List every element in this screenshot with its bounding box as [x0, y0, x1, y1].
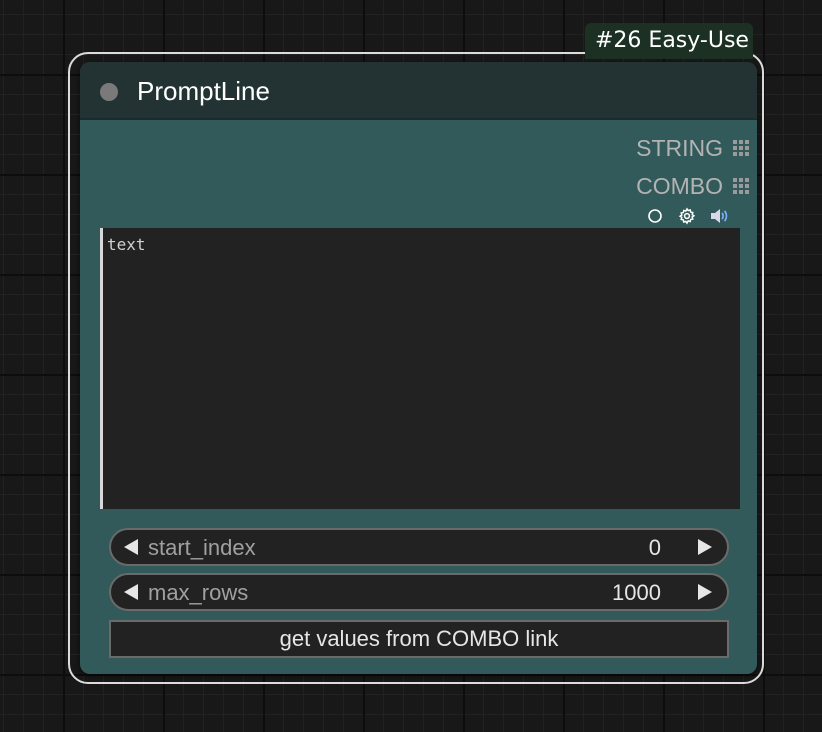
decrement-arrow-icon[interactable] — [121, 582, 141, 602]
get-values-from-combo-button[interactable]: get values from COMBO link — [109, 620, 729, 658]
node-title: PromptLine — [137, 76, 270, 106]
text-placeholder: text — [107, 235, 146, 254]
grid-slot-icon[interactable] — [733, 178, 749, 194]
increment-arrow-icon[interactable] — [695, 537, 715, 557]
start-index-label: start_index — [148, 535, 256, 560]
node-header[interactable]: PromptLine — [80, 62, 757, 120]
text-widget-toolbar — [644, 205, 740, 227]
output-slot-string[interactable]: STRING — [636, 135, 749, 161]
circle-icon[interactable] — [644, 205, 666, 227]
max-rows-label: max_rows — [148, 580, 249, 605]
output-slot-combo[interactable]: COMBO — [636, 173, 749, 199]
speaker-icon[interactable] — [708, 205, 730, 227]
decrement-arrow-icon[interactable] — [121, 537, 141, 557]
node-id-badge: #26 Easy-Use — [585, 23, 753, 59]
max-rows-value: 1000 — [612, 580, 661, 605]
badge-text: #26 Easy-Use — [595, 28, 749, 53]
gear-icon[interactable] — [676, 205, 698, 227]
text-input[interactable]: text — [100, 228, 740, 509]
increment-arrow-icon[interactable] — [695, 582, 715, 602]
promptline-node[interactable]: PromptLine STRING COMBO text start_index… — [80, 62, 757, 674]
output-label-combo: COMBO — [636, 172, 723, 199]
start-index-value: 0 — [648, 535, 661, 560]
output-label-string: STRING — [636, 134, 723, 161]
collapse-dot-icon[interactable] — [100, 83, 118, 101]
max-rows-number-widget[interactable]: max_rows 1000 — [109, 573, 729, 611]
start-index-number-widget[interactable]: start_index 0 — [109, 528, 729, 566]
grid-slot-icon[interactable] — [733, 140, 749, 156]
